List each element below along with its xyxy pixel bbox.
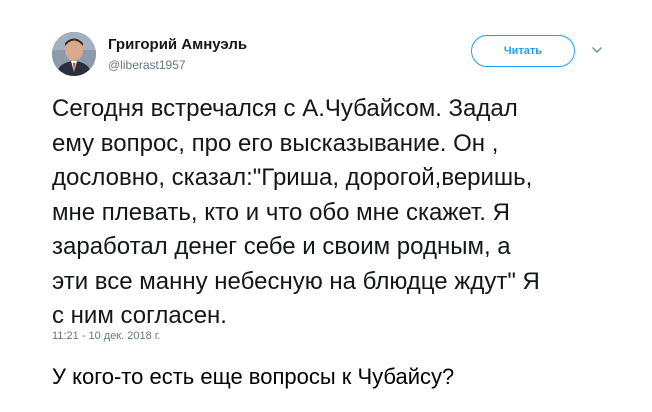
image-caption: У кого-то есть еще вопросы к Чубайсу?: [52, 364, 455, 389]
follow-button[interactable]: Читать: [471, 35, 575, 67]
chevron-down-icon[interactable]: [590, 43, 604, 57]
tweet-text-line: с ним согласен.: [52, 302, 227, 329]
avatar[interactable]: [52, 32, 96, 76]
author-name[interactable]: Григорий Амнуэль: [108, 36, 247, 53]
tweet-timestamp[interactable]: 11:21 - 10 дек. 2018 г.: [52, 330, 161, 342]
avatar-image: [52, 32, 96, 76]
tweet-text-line: эти все манну небесную на блюдце ждут" Я: [52, 267, 540, 295]
tweet-text: Сегодня встречался с А.Чубайсом. Задал е…: [52, 92, 612, 334]
tweet-text-line: ему вопрос, про его высказывание. Он ,: [52, 129, 499, 157]
tweet-text-line: заработал денег себе и своим родным, а: [52, 233, 511, 260]
follow-button-label: Читать: [503, 45, 543, 57]
tweet-text-line: дословно, сказал:"Гриша, дорогой,веришь,: [52, 164, 533, 191]
tweet-text-line: мне плевать, кто и что обо мне скажет. Я: [52, 198, 510, 226]
tweet-text-line: Сегодня встречался с А.Чубайсом. Задал: [52, 95, 518, 122]
author-handle[interactable]: @liberast1957: [108, 58, 186, 72]
